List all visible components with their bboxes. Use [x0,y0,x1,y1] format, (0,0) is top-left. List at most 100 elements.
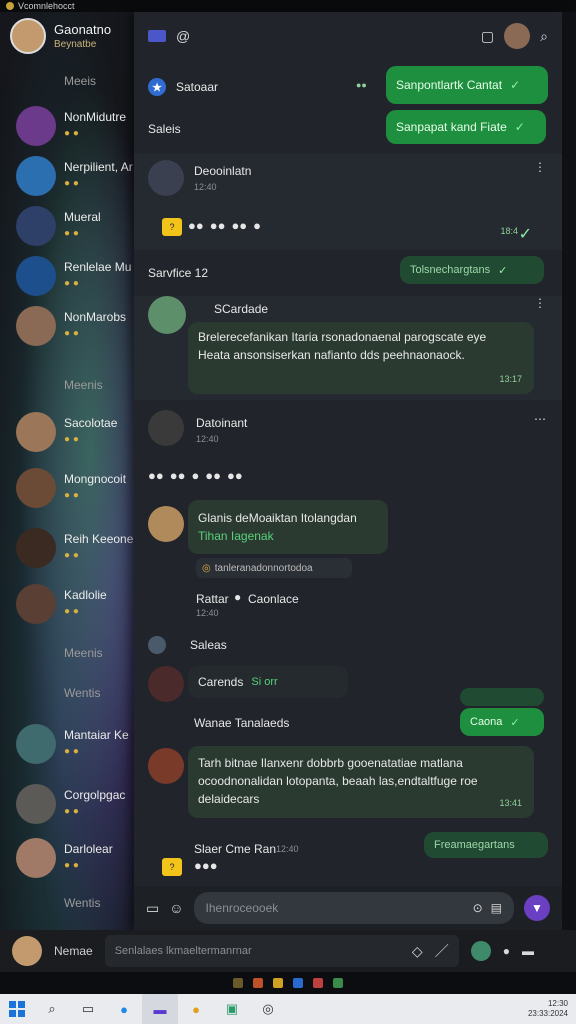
app-icon[interactable]: ▬ [142,994,178,1024]
photos-icon[interactable]: ▣ [214,994,250,1024]
reaction-icon[interactable]: ● [191,468,199,483]
more-icon[interactable]: ⋮ [534,160,546,174]
user-bar-name: Nemae [54,944,93,958]
reaction-icon[interactable]: ●●● [194,858,218,873]
message-time: ●● [356,80,367,90]
chat-meta: ● ● [64,328,79,339]
avatar[interactable] [12,936,42,966]
avatar[interactable] [504,23,531,49]
section-header: Wentis [64,686,101,700]
mention-icon[interactable]: @ [176,28,190,44]
chat-list-item[interactable]: Corgolpgac ● ● [16,784,140,824]
message-sender: Wanae Tanalaeds [194,716,290,730]
message-bubble[interactable]: Tolsnechargtans ✓ [400,256,544,284]
chat-list-item[interactable]: Darlolear ● ● [16,838,140,878]
search-icon[interactable]: ⌕ [34,994,70,1024]
message-bubble[interactable]: Tarh bitnae Ilanxenr dobbrb gooenatatiae… [188,746,534,818]
message-sender: Saleis [148,122,181,136]
pen-icon[interactable]: ／ [435,941,449,961]
search-icon[interactable]: ⌕ [540,28,548,45]
reaction-icon[interactable]: ? [162,858,182,876]
reaction-row: ●● ●● ● ●● ●● [148,468,243,483]
tray-icon[interactable] [313,978,323,988]
tray-icon[interactable] [293,978,303,988]
reaction-icon[interactable]: ●● [188,218,204,236]
windows-icon [9,1001,25,1017]
message: Freamaegartans Slaer Cme Ran 12:40 ? ●●● [134,832,562,890]
avatar [148,748,184,784]
tag-icon[interactable]: ◇ [412,943,423,960]
sticker-icon[interactable]: ▤ [491,901,502,915]
send-button[interactable]: ▼ [524,895,550,921]
chat-meta: ● ● [64,746,79,757]
current-user[interactable]: Gaonatno Beynatbe [10,18,111,54]
attachment-chip[interactable]: ◎ tanleranadonnortodoa [196,558,352,578]
reaction-icon: ● [234,590,242,604]
message-bubble[interactable]: Brelerecefanikan Itaria rsonadonaenal pa… [188,322,534,394]
section-header: Meenis [64,646,103,660]
bubble-link[interactable]: Tihan Iagenak [198,527,274,545]
app-window: Vcomnlehocct Gaonatno Beynatbe Meeis Non… [0,0,576,1024]
attach-icon[interactable]: ▭ [146,900,159,917]
section-header: Wentis [64,896,101,910]
chat-panel: @ ▢ ⌕ ★ Satoaar ●● Sanpontlartk Cantat ✓ … [134,12,562,930]
chat-list-item[interactable]: NonMidutre ● ● [16,106,140,146]
tray-icon[interactable] [253,978,263,988]
reaction-icon[interactable]: ● [253,218,261,236]
reaction-icon[interactable]: ●● [210,218,226,236]
task-view-icon[interactable]: ▭ [70,994,106,1024]
threads-icon[interactable]: ▢ [481,28,494,45]
reaction-icon[interactable]: ●● [231,218,247,236]
chat-meta: ● ● [64,806,79,817]
chat-list-item[interactable]: Mongnocoit ● ● [16,468,140,508]
chat-list-item[interactable]: Kadlolie ● ● [16,584,140,624]
server-icon[interactable] [148,30,166,42]
chat-meta: ● ● [64,490,79,501]
status-input[interactable]: Senlalaes lkmaeltermanrnar ◇ ／ [104,935,459,967]
chat-list-item[interactable]: Reih Keeone ● ● [16,528,140,568]
message-bubble[interactable]: Caona ✓ [460,708,544,736]
message-bubble[interactable]: Glanis deMoaiktan Itolangdan Tihan Iagen… [188,500,388,554]
chat-name: Darlolear [64,842,113,856]
emoji-icon[interactable]: ☺ [169,900,183,916]
reaction-icon[interactable]: ●● [170,468,186,483]
reaction-icon[interactable]: ●● [148,468,164,483]
tray-icon[interactable] [273,978,283,988]
browser-icon[interactable]: ◎ [250,994,286,1024]
start-button[interactable] [0,994,34,1024]
chat-list-item[interactable]: NonMarobs ● ● [16,306,140,346]
reaction-icon[interactable]: ●● [227,468,243,483]
tray-icon[interactable] [233,978,243,988]
reaction-icon[interactable]: ? [162,218,182,236]
message-bubble[interactable]: Carends Si orr [188,666,348,698]
avatar[interactable] [470,941,491,961]
message-bubble[interactable]: Sanpapat kand Fiate ✓ [386,110,546,144]
message-bubble[interactable]: Sanpontlartk Cantat ✓ [386,66,548,104]
message-time: 12:40 [194,182,217,192]
message-bubble[interactable]: Freamaegartans [424,832,548,858]
edge-icon[interactable]: ● [106,994,142,1024]
avatar [16,106,56,146]
clock[interactable]: 12:30 23:33:2024 [528,999,576,1019]
bubble-text: Glanis deMoaiktan Itolangdan [198,511,357,525]
chat-list-item[interactable]: Renlelae Mu ● ● [16,256,140,296]
avatar [148,666,184,702]
message-input[interactable]: Ihenroceooek ⊙ ▤ [193,892,514,924]
message: Wanae Tanalaeds Caona ✓ [134,708,562,740]
headset-icon[interactable]: ● [503,944,510,958]
chat-list-item[interactable]: Sacolotae ● ● [16,412,140,452]
chat-list-item[interactable]: Mueral ● ● [16,206,140,246]
bubble-extra: Si orr [251,676,278,688]
reaction-icon[interactable]: ●● [205,468,221,483]
chat-list-item[interactable]: Mantaiar Ke ● ● [16,724,140,764]
message-sender: Rattar [196,592,229,606]
tray-icon[interactable] [333,978,343,988]
chat-list-item[interactable]: Nerpilient, Ar ● ● [16,156,140,196]
chrome-icon[interactable]: ● [178,994,214,1024]
settings-icon[interactable]: ▬ [522,944,534,958]
more-icon[interactable]: ⋮ [534,296,546,310]
gif-icon[interactable]: ⊙ [473,901,483,915]
more-icon[interactable]: ⋯ [534,412,546,426]
chat-meta: ● ● [64,606,79,617]
chat-name: Kadlolie [64,588,107,602]
